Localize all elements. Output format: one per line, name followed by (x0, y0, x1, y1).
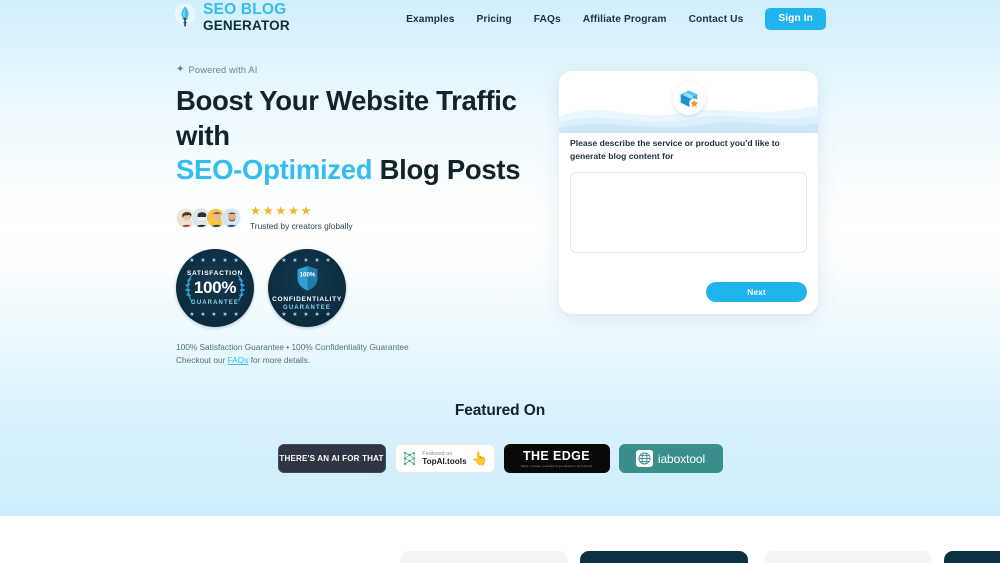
badge-subtitle: GUARANTEE (191, 300, 239, 307)
featured-logo-label: THERE'S AN AI FOR THAT (279, 454, 384, 463)
avatar (221, 208, 241, 229)
section-card-4[interactable] (944, 551, 1000, 563)
page-title: Boost Your Website Traffic with SEO-Opti… (176, 84, 536, 188)
generator-form-card: Please describe the service or product y… (559, 71, 818, 314)
service-description-input[interactable] (570, 172, 807, 254)
laurel-left-icon (185, 273, 194, 305)
social-proof: ★★★★★ Trusted by creators globally (176, 205, 536, 232)
main-nav: Examples Pricing FAQs Affiliate Program … (406, 8, 826, 30)
avatar-group (176, 208, 241, 229)
sign-in-button[interactable]: Sign In (765, 8, 826, 30)
featured-logo-topai-tools[interactable]: Featured on TopAI.tools 👆 (394, 444, 495, 473)
badge-stars-bottom: ★ ★ ★ ★ ★ (281, 312, 333, 319)
section-card-3[interactable] (764, 551, 932, 563)
brand-line-2: GENERATOR (203, 17, 290, 33)
star-rating-icon: ★★★★★ (250, 203, 314, 218)
section-card-1[interactable] (400, 551, 568, 563)
nav-item-contact-us[interactable]: Contact Us (689, 14, 744, 25)
svg-text:100%: 100% (299, 272, 315, 279)
badge-stars-bottom: ★ ★ ★ ★ ★ (189, 312, 241, 319)
sparkle-icon: ✦ (176, 64, 185, 75)
badge-title: CONFIDENTIALITY (272, 296, 342, 304)
trust-label: Trusted by creators globally (250, 221, 353, 232)
shield-icon: 100% (296, 265, 319, 296)
headline-accent: SEO-Optimized (176, 154, 373, 186)
faqs-link[interactable]: FAQs (228, 355, 249, 365)
laurel-right-icon (236, 273, 245, 305)
next-section-cards (0, 551, 1000, 563)
badge-title: SATISFACTION (186, 270, 244, 278)
badge-percentage: 100% (193, 278, 237, 298)
guarantee-line-2-prefix: Checkout our (176, 355, 228, 366)
nav-item-examples[interactable]: Examples (406, 14, 454, 25)
eyebrow-label: Powered with AI (188, 64, 258, 75)
nav-item-faqs[interactable]: FAQs (534, 14, 561, 25)
network-graph-icon (401, 450, 418, 467)
globe-icon (635, 450, 653, 467)
featured-logo-iaboxtool[interactable]: iaboxtool (618, 444, 723, 473)
guarantee-line-1: 100% Satisfaction Guarantee • 100% Confi… (176, 342, 409, 353)
featured-on-title: Featured On (454, 402, 546, 419)
badge-stars-top: ★ ★ ★ ★ ★ (281, 258, 333, 265)
nav-item-affiliate-program[interactable]: Affiliate Program (583, 14, 667, 25)
featured-logo-line-2: TopAI.tools (422, 457, 467, 466)
brand-logo[interactable]: SEO BLOG GENERATOR (174, 2, 290, 32)
featured-logo-the-edge[interactable]: THE EDGE News, reviews, podcasts & get a… (503, 444, 610, 473)
next-button[interactable]: Next (706, 282, 807, 302)
prompt-label: Please describe the service or product y… (570, 138, 780, 162)
powered-with-ai-eyebrow: ✦ Powered with AI (176, 64, 536, 75)
headline-line-1: Boost Your Website Traffic with (176, 85, 517, 151)
product-box-star-icon (672, 82, 705, 115)
guarantee-note: 100% Satisfaction Guarantee • 100% Confi… (176, 341, 536, 367)
section-card-2[interactable] (580, 551, 748, 563)
brand-text: SEO BLOG GENERATOR (203, 2, 290, 32)
badge-subtitle: GUARANTEE (283, 305, 331, 312)
featured-logo-line-1: THE EDGE (522, 449, 591, 463)
featured-logo-text: Featured on TopAI.tools (422, 451, 466, 467)
guarantee-badges: ★ ★ ★ ★ ★ SATISFACTION 100% GUARANTEE ★ … (176, 249, 536, 328)
site-header: SEO BLOG GENERATOR Examples Pricing FAQs… (0, 0, 1000, 33)
lightbulb-feather-icon (174, 3, 196, 31)
nav-item-pricing[interactable]: Pricing (477, 14, 512, 25)
brand-line-1: SEO BLOG (203, 1, 287, 18)
badge-stars-top: ★ ★ ★ ★ ★ (189, 258, 241, 265)
headline-tail: Blog Posts (372, 154, 521, 186)
featured-logo-line-2: News, reviews, podcasts & get ahead in t… (520, 464, 593, 468)
featured-logo-label: iaboxtool (657, 451, 706, 466)
guarantee-line-2-suffix: for more details. (248, 355, 311, 366)
confidentiality-guarantee-badge: ★ ★ ★ ★ ★ 100% CONFIDENTIALITY GUARANTEE… (268, 249, 346, 328)
pointing-hand-icon: 👆 (471, 450, 488, 466)
page-root: SEO BLOG GENERATOR Examples Pricing FAQs… (0, 0, 1000, 563)
featured-logo-theres-an-ai-for-that[interactable]: THERE'S AN AI FOR THAT (277, 444, 386, 473)
featured-logos: THERE'S AN AI FOR THAT Featured on TopAI… (0, 444, 1000, 473)
card-body: Please describe the service or product y… (559, 133, 818, 258)
satisfaction-guarantee-badge: ★ ★ ★ ★ ★ SATISFACTION 100% GUARANTEE ★ … (176, 249, 254, 328)
social-proof-text: ★★★★★ Trusted by creators globally (250, 205, 353, 232)
hero-left-column: ✦ Powered with AI Boost Your Website Tra… (176, 64, 536, 367)
